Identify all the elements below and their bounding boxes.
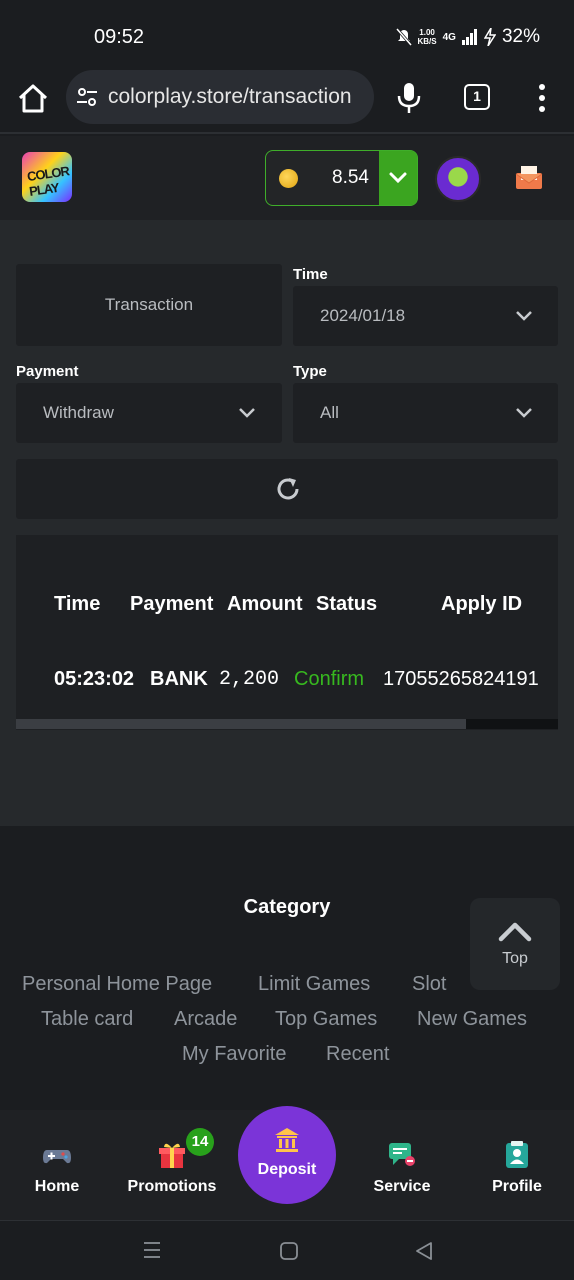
scrollbar-thumb[interactable] — [16, 719, 466, 729]
site-logo[interactable]: COLOR PLAY — [22, 152, 72, 202]
nav-profile[interactable]: Profile — [462, 1140, 572, 1196]
deposit-label: Deposit — [257, 1161, 317, 1178]
promotions-badge: 14 — [186, 1128, 214, 1156]
cell-payment: BANK — [150, 668, 208, 690]
nav-home-label: Home — [34, 1178, 80, 1195]
transaction-tab[interactable]: Transaction — [16, 264, 282, 346]
cell-apply-id: 17055265824191 — [383, 668, 539, 690]
home-icon[interactable] — [16, 82, 50, 116]
avatar[interactable] — [435, 156, 481, 202]
nav-home[interactable]: Home — [2, 1140, 112, 1196]
balance-value: 8.54 — [332, 167, 369, 188]
tabs-icon[interactable]: 1 — [464, 84, 490, 110]
payment-value: Withdraw — [43, 403, 114, 422]
type-label: Type — [293, 363, 327, 380]
site-header: COLOR PLAY 8.54 — [0, 136, 574, 220]
system-nav-bar — [0, 1220, 574, 1280]
transaction-label: Transaction — [104, 295, 194, 314]
profile-icon — [506, 1141, 528, 1168]
category-link-top-games[interactable]: Top Games — [275, 1008, 377, 1031]
signal-icon — [461, 29, 477, 45]
address-bar[interactable]: colorplay.store/transaction — [66, 70, 374, 124]
battery-percent: 32% — [501, 26, 540, 47]
coin-icon — [279, 169, 298, 188]
cell-amount: 2,200 — [219, 668, 280, 691]
network-speed: 1.00 KB/S — [417, 28, 437, 46]
network-type: 4G — [442, 31, 456, 43]
chevron-down-icon — [389, 172, 407, 184]
chevron-up-icon — [498, 922, 532, 942]
th-status: Status — [316, 593, 378, 615]
category-link-new-games[interactable]: New Games — [417, 1008, 527, 1031]
mail-icon[interactable] — [514, 164, 544, 190]
gamepad-icon — [43, 1150, 71, 1164]
deposit-button[interactable]: Deposit — [238, 1106, 336, 1204]
time-value: 2024/01/18 — [320, 306, 406, 325]
th-amount: Amount — [227, 593, 303, 615]
time-label: Time — [293, 266, 328, 283]
balance-dropdown-button[interactable] — [379, 151, 417, 205]
mute-icon — [395, 28, 412, 46]
bottom-nav: Home Promotions 14 Deposit Service Profi… — [0, 1106, 574, 1220]
category-link-table-card[interactable]: Table card — [41, 1008, 133, 1031]
nav-promotions-label: Promotions — [127, 1178, 217, 1195]
footer: Category Personal Home Page Limit Games … — [0, 826, 574, 1110]
recents-icon[interactable] — [142, 1241, 162, 1259]
th-payment: Payment — [130, 593, 214, 615]
category-link-slot[interactable]: Slot — [412, 973, 446, 996]
chat-icon — [389, 1143, 415, 1166]
payment-select[interactable]: Withdraw — [16, 383, 282, 443]
type-select[interactable]: All — [293, 383, 558, 443]
more-vert-icon[interactable] — [532, 82, 552, 114]
chevron-down-icon — [239, 408, 255, 418]
mic-icon[interactable] — [396, 82, 422, 114]
nav-profile-label: Profile — [492, 1178, 542, 1195]
category-link-limit-games[interactable]: Limit Games — [258, 973, 370, 996]
transaction-table: Time Payment Amount Status Apply ID 05:2… — [16, 535, 558, 730]
tune-icon[interactable] — [76, 86, 98, 108]
nav-service-label: Service — [373, 1178, 431, 1195]
browser-toolbar: colorplay.store/transaction 1 — [0, 70, 574, 134]
chevron-down-icon — [516, 408, 532, 418]
balance-widget[interactable]: 8.54 — [265, 150, 418, 206]
url-text[interactable]: colorplay.store/transaction — [108, 85, 364, 109]
status-bar: 09:52 1.00 KB/S 4G 32% — [0, 0, 574, 70]
gift-icon — [159, 1143, 185, 1168]
status-icons: 1.00 KB/S 4G 32% — [395, 26, 540, 48]
cell-status: Confirm — [294, 668, 365, 690]
back-to-top-button[interactable]: Top — [470, 898, 560, 990]
nav-service[interactable]: Service — [347, 1140, 457, 1196]
charging-icon — [483, 28, 496, 46]
back-icon[interactable] — [414, 1241, 434, 1261]
bank-icon — [275, 1128, 299, 1152]
type-value: All — [320, 403, 339, 422]
category-link-my-favorite[interactable]: My Favorite — [182, 1043, 286, 1066]
cell-time: 05:23:02 — [54, 668, 135, 690]
th-time: Time — [54, 593, 101, 615]
th-apply-id: Apply ID — [441, 593, 523, 615]
refresh-button[interactable] — [16, 459, 558, 519]
chevron-down-icon — [516, 311, 532, 321]
category-link-recent[interactable]: Recent — [326, 1043, 389, 1066]
category-link-arcade[interactable]: Arcade — [174, 1008, 237, 1031]
time-select[interactable]: 2024/01/18 — [293, 286, 558, 346]
payment-label: Payment — [16, 363, 79, 380]
status-time: 09:52 — [94, 26, 145, 48]
transaction-panel: Transaction Time 2024/01/18 Payment With… — [0, 220, 574, 826]
top-label: Top — [502, 950, 528, 967]
system-home-icon[interactable] — [279, 1241, 299, 1261]
refresh-icon — [277, 478, 299, 500]
category-link-personal-home[interactable]: Personal Home Page — [22, 973, 212, 996]
